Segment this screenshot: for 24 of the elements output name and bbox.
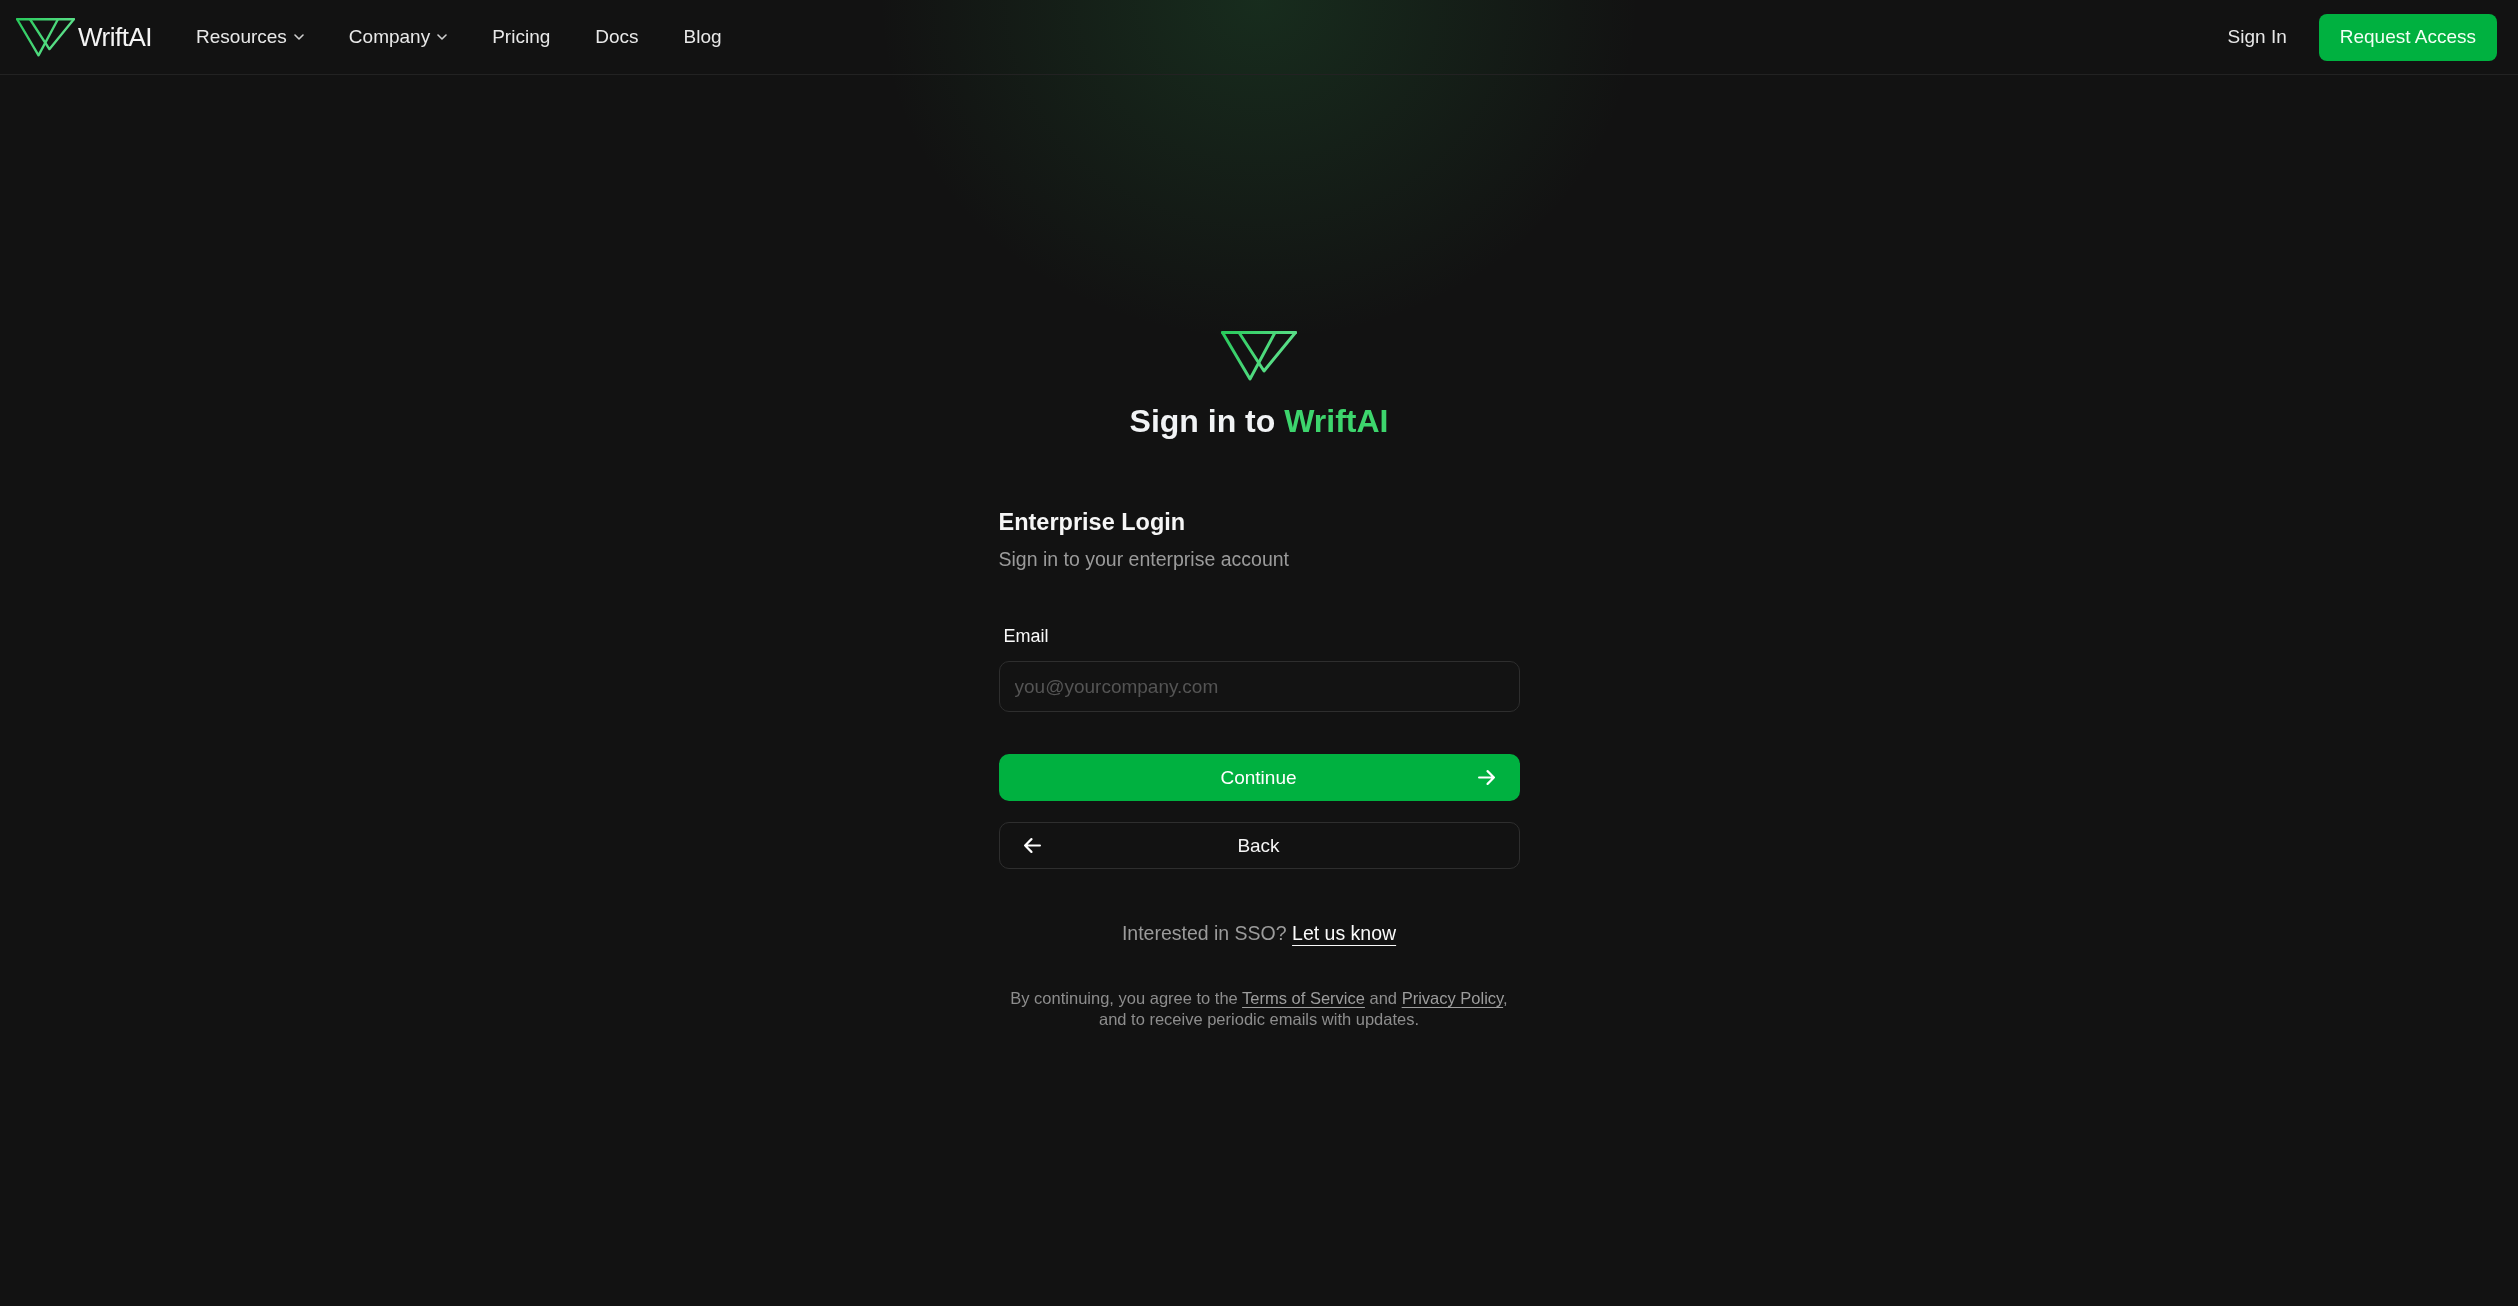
sso-link[interactable]: Let us know (1292, 922, 1397, 944)
chevron-down-icon (437, 34, 448, 40)
brand-link[interactable]: WriftAI (16, 17, 153, 57)
nav-link[interactable]: Blog (683, 25, 722, 49)
legal-link[interactable]: Terms of Service (1242, 989, 1365, 1007)
arrow-right-icon (1477, 770, 1495, 785)
nav-link[interactable]: Pricing (492, 25, 551, 49)
chevron-down-icon (293, 34, 304, 40)
back-button[interactable]: Back (998, 822, 1520, 869)
sso-prompt: Interested in SSO? Let us know (1120, 921, 1398, 946)
nav-dropdown[interactable]: Resources (196, 25, 304, 49)
field-label: Email (1002, 625, 1050, 648)
legal-link[interactable]: Privacy Policy (1401, 989, 1504, 1007)
arrow-left-icon (1023, 838, 1041, 853)
nav-dropdown[interactable]: Company (348, 25, 448, 49)
form-title: Enterprise Login (998, 508, 1187, 537)
logo-icon (1221, 331, 1297, 381)
sign-in-link[interactable]: Sign In (2227, 26, 2287, 48)
page-title: Sign in to WriftAI (1129, 402, 1389, 441)
legal-notice: By continuing, you agree to the Terms of Service and Privacy Policy, and to receive periodic emails with updates. (1009, 988, 1509, 1030)
form-subtitle: Sign in to your enterprise account (998, 547, 1290, 572)
logo-icon (16, 17, 75, 57)
email-input[interactable]: you@yourcompany.com (998, 661, 1520, 712)
nav-link[interactable]: Docs (595, 25, 639, 49)
